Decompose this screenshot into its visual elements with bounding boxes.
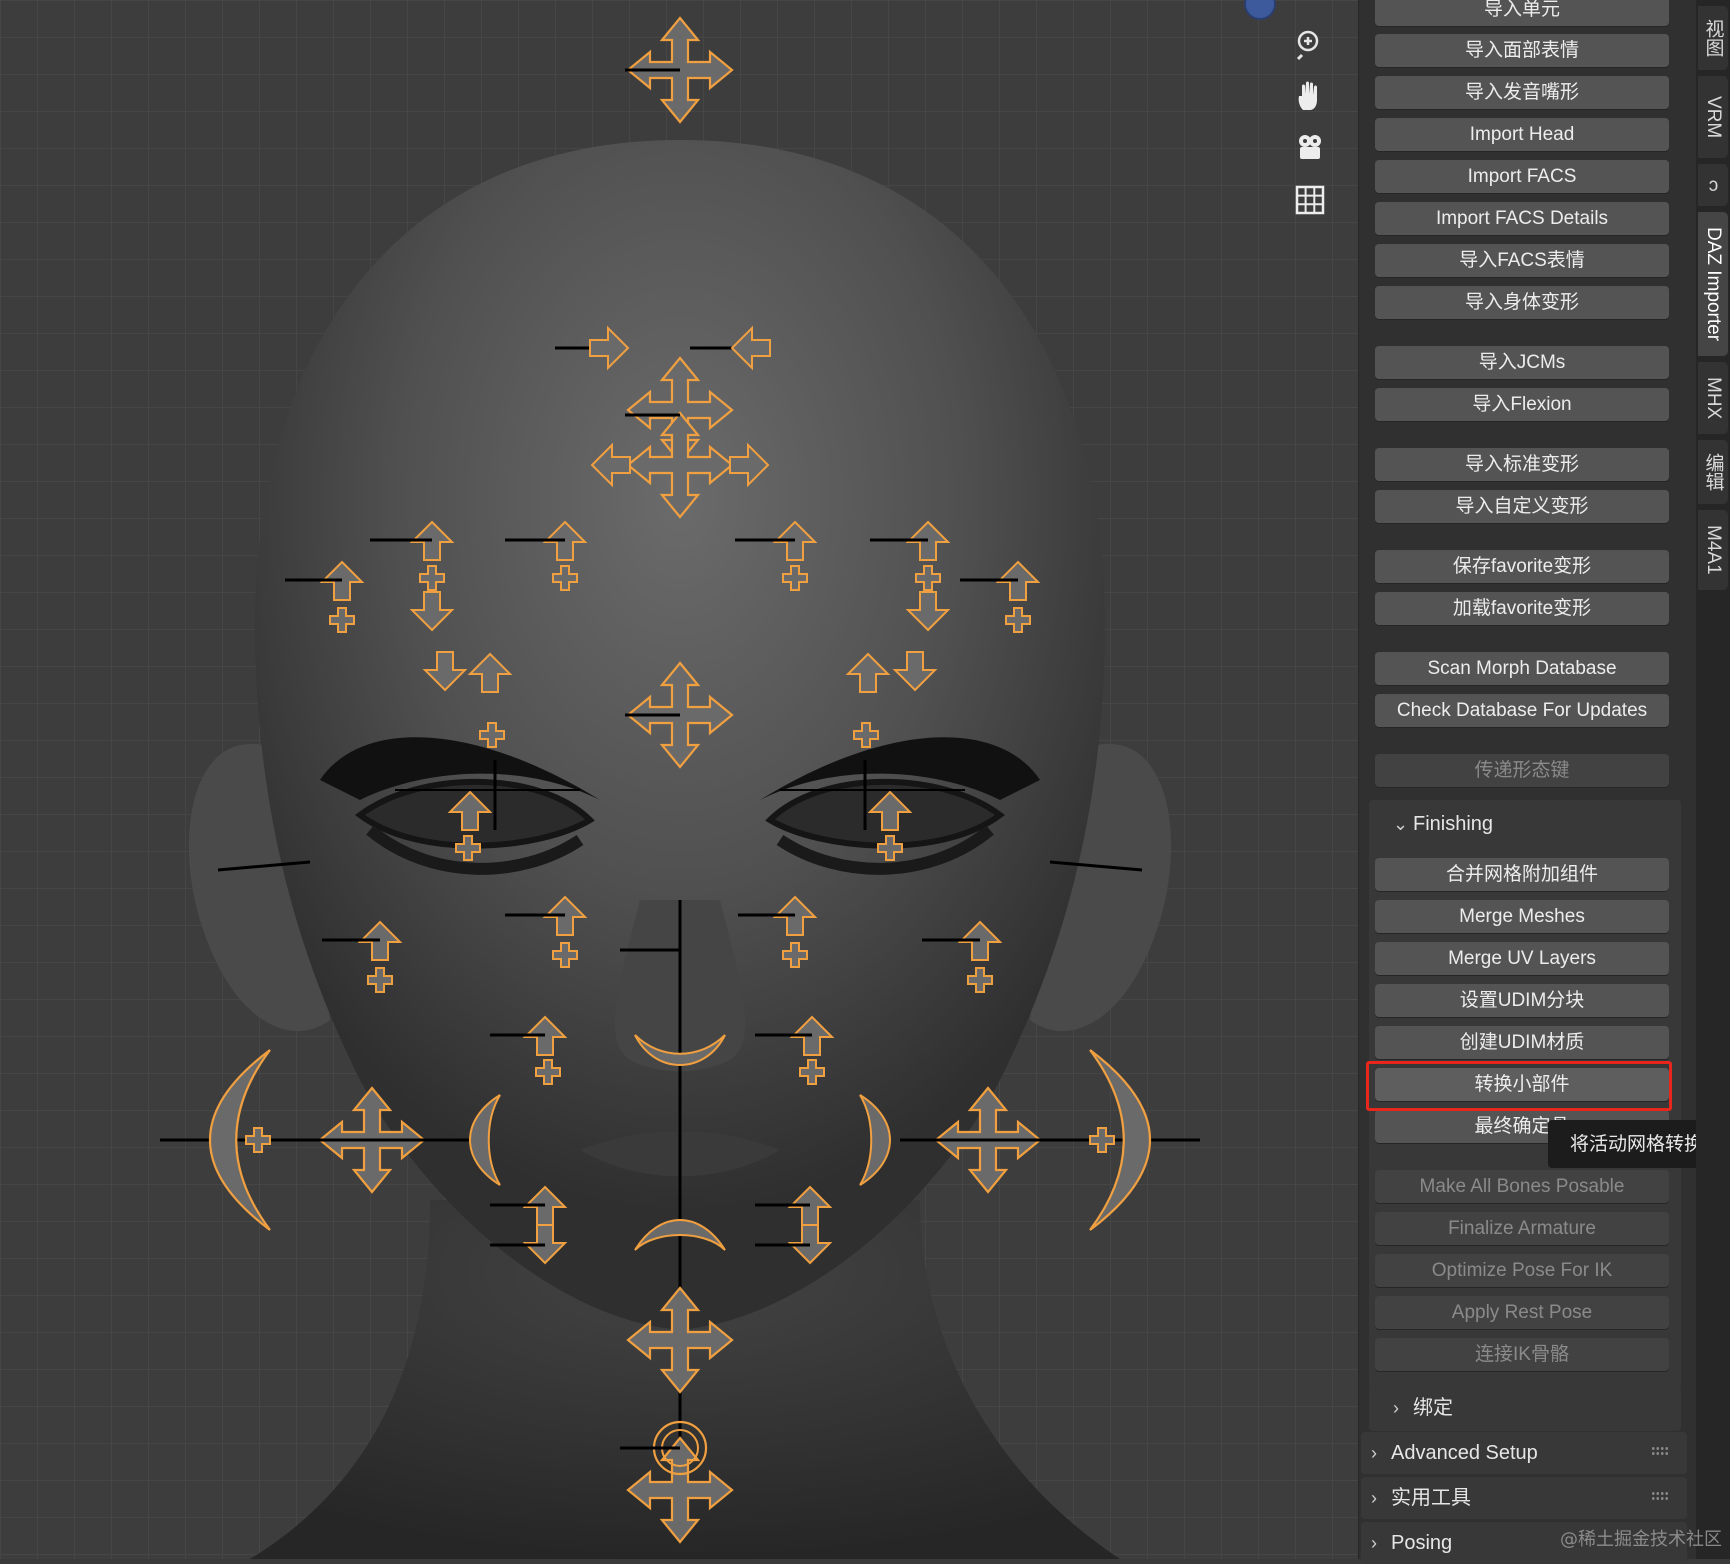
chevron-right-icon: › bbox=[1371, 1533, 1377, 1553]
import-facs-button[interactable]: Import FACS bbox=[1375, 160, 1669, 193]
import-flexion-button[interactable]: 导入Flexion bbox=[1375, 388, 1669, 421]
rig-subsection-header[interactable]: › 绑定 bbox=[1393, 1388, 1453, 1428]
advanced-setup-title: Advanced Setup bbox=[1391, 1442, 1538, 1464]
chevron-down-icon: ⌄ bbox=[1393, 814, 1409, 834]
camera-icon[interactable] bbox=[1288, 126, 1332, 170]
chevron-right-icon: › bbox=[1393, 1398, 1399, 1418]
connect-ik-bones-button[interactable]: 连接IK骨骼 bbox=[1375, 1338, 1669, 1371]
tab-edit[interactable]: 编辑 bbox=[1698, 440, 1728, 504]
drag-handle-icon[interactable] bbox=[1651, 1491, 1669, 1501]
zoom-icon[interactable] bbox=[1288, 22, 1332, 66]
rig-subsection-title: 绑定 bbox=[1413, 1397, 1453, 1419]
import-facs-expressions-button[interactable]: 导入FACS表情 bbox=[1375, 244, 1669, 277]
chevron-right-icon: › bbox=[1371, 1443, 1377, 1463]
tab-daz-importer-label: DAZ Importer bbox=[1703, 226, 1724, 342]
daz-importer-panel: 导入单元 导入面部表情 导入发音嘴形 Import Head Import FA… bbox=[1358, 0, 1697, 1564]
tab-vrm[interactable]: VRM bbox=[1698, 76, 1728, 158]
tab-m4a1[interactable]: M4A1 bbox=[1698, 510, 1728, 590]
import-jcms-button[interactable]: 导入JCMs bbox=[1375, 346, 1669, 379]
finishing-title: Finishing bbox=[1413, 813, 1494, 835]
import-facs-details-button[interactable]: Import FACS Details bbox=[1375, 202, 1669, 235]
make-all-bones-posable-button[interactable]: Make All Bones Posable bbox=[1375, 1170, 1669, 1203]
tab-view[interactable]: 视图 bbox=[1698, 6, 1728, 70]
scan-morph-database-button[interactable]: Scan Morph Database bbox=[1375, 652, 1669, 685]
import-visemes-button[interactable]: 导入发音嘴形 bbox=[1375, 76, 1669, 109]
create-udim-materials-button[interactable]: 创建UDIM材质 bbox=[1375, 1026, 1669, 1059]
grid-icon[interactable] bbox=[1288, 178, 1332, 222]
advanced-setup-header[interactable]: › Advanced Setup bbox=[1371, 1433, 1538, 1473]
tab-mhx[interactable]: MHX bbox=[1698, 362, 1728, 434]
tab-m4a1-label: M4A1 bbox=[1703, 525, 1724, 575]
import-units-button[interactable]: 导入单元 bbox=[1375, 0, 1669, 26]
chevron-right-icon: › bbox=[1371, 1488, 1377, 1508]
tab-mhx-label: MHX bbox=[1703, 376, 1724, 420]
watermark: @稀土掘金技术社区 bbox=[1560, 1529, 1722, 1550]
finishing-header[interactable]: ⌄ Finishing bbox=[1393, 804, 1493, 844]
finalize-armature-button[interactable]: Finalize Armature bbox=[1375, 1212, 1669, 1245]
load-favorite-morphs-button[interactable]: 加载favorite变形 bbox=[1375, 592, 1669, 625]
save-favorite-morphs-button[interactable]: 保存favorite变形 bbox=[1375, 550, 1669, 583]
tab-view-label: 视图 bbox=[1702, 19, 1724, 57]
merge-meshes-button[interactable]: Merge Meshes bbox=[1375, 900, 1669, 933]
tab-edit-label: 编辑 bbox=[1702, 453, 1724, 491]
merge-geografts-button[interactable]: 合并网格附加组件 bbox=[1375, 858, 1669, 891]
utilities-title: 实用工具 bbox=[1391, 1487, 1471, 1509]
check-database-updates-button[interactable]: Check Database For Updates bbox=[1375, 694, 1669, 727]
face-rig-view[interactable] bbox=[0, 0, 1358, 1559]
tab-tool[interactable]: ↄ bbox=[1698, 164, 1728, 206]
import-head-button[interactable]: Import Head bbox=[1375, 118, 1669, 151]
tab-daz-importer[interactable]: DAZ Importer bbox=[1698, 212, 1728, 356]
optimize-pose-ik-button[interactable]: Optimize Pose For IK bbox=[1375, 1254, 1669, 1287]
highlight-box bbox=[1366, 1061, 1672, 1111]
import-facial-expressions-button[interactable]: 导入面部表情 bbox=[1375, 34, 1669, 67]
hand-pan-icon[interactable] bbox=[1288, 74, 1332, 118]
import-custom-morphs-button[interactable]: 导入自定义变形 bbox=[1375, 490, 1669, 523]
transfer-shapekeys-button[interactable]: 传递形态键 bbox=[1375, 754, 1669, 787]
drag-handle-icon[interactable] bbox=[1651, 1446, 1669, 1456]
3d-viewport[interactable] bbox=[0, 0, 1358, 1559]
tab-vrm-label: VRM bbox=[1703, 95, 1724, 139]
utilities-panel: › 实用工具 bbox=[1361, 1477, 1687, 1519]
set-udim-tiles-button[interactable]: 设置UDIM分块 bbox=[1375, 984, 1669, 1017]
import-body-morphs-button[interactable]: 导入身体变形 bbox=[1375, 286, 1669, 319]
advanced-setup-panel: › Advanced Setup bbox=[1361, 1432, 1687, 1474]
posing-header[interactable]: › Posing bbox=[1371, 1523, 1452, 1563]
merge-uv-layers-button[interactable]: Merge UV Layers bbox=[1375, 942, 1669, 975]
import-standard-morphs-button[interactable]: 导入标准变形 bbox=[1375, 448, 1669, 481]
sidebar-tabs: 视图 VRM ↄ DAZ Importer MHX 编辑 M4A1 bbox=[1696, 0, 1730, 1559]
utilities-header[interactable]: › 实用工具 bbox=[1371, 1478, 1471, 1518]
posing-title: Posing bbox=[1391, 1532, 1453, 1554]
tab-tool-label: ↄ bbox=[1703, 174, 1724, 196]
apply-rest-pose-button[interactable]: Apply Rest Pose bbox=[1375, 1296, 1669, 1329]
